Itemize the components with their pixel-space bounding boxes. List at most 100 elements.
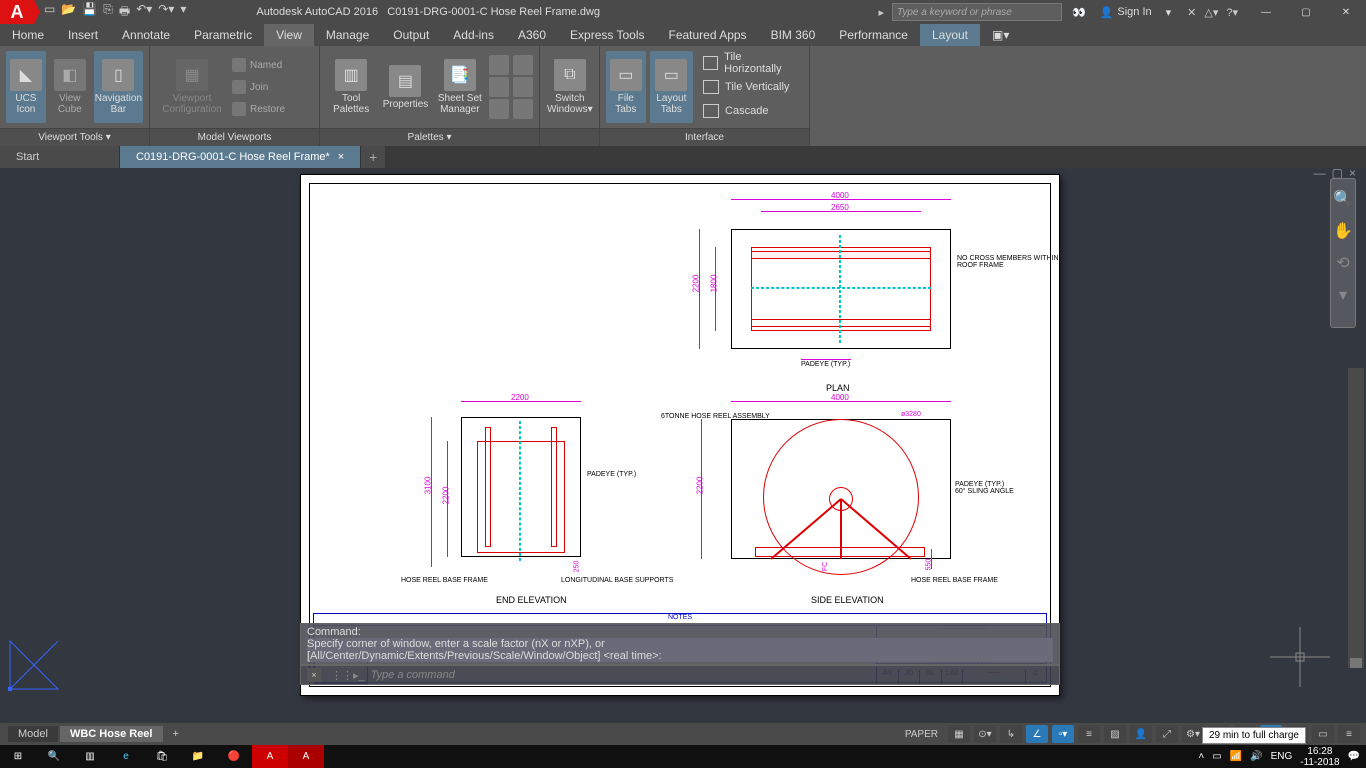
command-window[interactable]: Command: Specify corner of window, enter… — [300, 623, 1060, 685]
drawing-canvas[interactable]: —▢× 4000 2650 2200 1800 NO CROSS MEMBERS… — [0, 168, 1366, 723]
p5-icon[interactable] — [513, 77, 533, 97]
zoom-icon[interactable]: 🔍 — [1333, 189, 1353, 209]
cascade-button[interactable]: Cascade — [703, 100, 797, 122]
store-icon[interactable]: 🛍 — [144, 745, 180, 768]
transparency-icon[interactable]: ▨ — [1104, 725, 1126, 743]
app-logo[interactable]: A — [0, 0, 34, 24]
explorer-icon[interactable]: 📁 — [180, 745, 216, 768]
layout-tab-model[interactable]: Model — [8, 726, 58, 742]
osnap-icon[interactable]: ▫▾ — [1052, 725, 1074, 743]
tab-insert[interactable]: Insert — [56, 24, 110, 46]
tab-view[interactable]: View — [264, 24, 314, 46]
annomon-icon[interactable]: ⤢ — [1156, 725, 1178, 743]
customize-icon[interactable]: ≡ — [1338, 725, 1360, 743]
panel-title-palettes[interactable]: Palettes ▾ — [320, 128, 539, 146]
qat-redo-icon[interactable]: ↷▾ — [158, 2, 174, 23]
notifications-icon[interactable]: 💬 — [1348, 751, 1360, 762]
vertical-scrollbar[interactable] — [1348, 368, 1364, 668]
tile-vertical-button[interactable]: Tile Vertically — [703, 76, 797, 98]
tile-horizontal-button[interactable]: Tile Horizontally — [703, 52, 797, 74]
p4-icon[interactable] — [513, 55, 533, 75]
taskview-button[interactable]: ▥ — [72, 745, 108, 768]
orbit-icon[interactable]: ⟲ — [1336, 253, 1349, 273]
tab-featured[interactable]: Featured Apps — [657, 24, 759, 46]
a360-icon[interactable]: △▾ — [1204, 6, 1218, 19]
qat-plot-icon[interactable]: 🖶 — [119, 2, 130, 23]
tool-palettes-button[interactable]: ▥ToolPalettes — [326, 51, 376, 123]
filetab-start[interactable]: Start — [0, 146, 120, 168]
minimize-button[interactable]: — — [1246, 0, 1286, 24]
panel-title-viewport-tools[interactable]: Viewport Tools ▾ — [0, 128, 149, 146]
autocad-taskbar-icon[interactable]: A — [288, 745, 324, 768]
cmd-handle-icon[interactable]: ⋮⋮▸_ — [331, 669, 365, 682]
close-button[interactable]: ✕ — [1326, 0, 1366, 24]
layout-tab-wbc[interactable]: WBC Hose Reel — [60, 726, 163, 742]
p1-icon[interactable] — [489, 55, 509, 75]
close-tab-icon[interactable]: × — [338, 151, 344, 163]
tab-addins[interactable]: Add-ins — [441, 24, 506, 46]
cycling-icon[interactable]: 👤 — [1130, 725, 1152, 743]
tab-manage[interactable]: Manage — [314, 24, 381, 46]
search-input[interactable]: Type a keyword or phrase — [892, 3, 1062, 21]
polar-icon[interactable]: ∠ — [1026, 725, 1048, 743]
signin-button[interactable]: 👤 Sign In▾ — [1092, 6, 1179, 19]
ucs-icon-button[interactable]: ◣UCSIcon — [6, 51, 46, 123]
qat-open-icon[interactable]: 📂 — [61, 2, 76, 23]
qat-new-icon[interactable]: ▭ — [44, 2, 55, 23]
filetab-document[interactable]: C0191-DRG-0001-C Hose Reel Frame*× — [120, 146, 361, 168]
snap-icon[interactable]: ⊙▾ — [974, 725, 996, 743]
ortho-icon[interactable]: ↳ — [1000, 725, 1022, 743]
tab-express[interactable]: Express Tools — [558, 24, 656, 46]
search-toggle-icon[interactable]: ▸ — [874, 6, 888, 19]
qat-more-icon[interactable]: ▾ — [180, 2, 186, 23]
acrobat-icon[interactable]: A — [252, 745, 288, 768]
exchange-icon[interactable]: ✕ — [1187, 6, 1196, 19]
clock[interactable]: 16:28-11-2018 — [1300, 746, 1339, 768]
sheet-set-button[interactable]: 📑Sheet SetManager — [435, 51, 485, 123]
cmd-close-icon[interactable]: × — [307, 668, 321, 682]
file-tabs-button[interactable]: ▭FileTabs — [606, 51, 646, 123]
p3-icon[interactable] — [489, 99, 509, 119]
volume-icon[interactable]: 🔊 — [1250, 751, 1262, 762]
viewcube-button[interactable]: ◧ViewCube — [50, 51, 90, 123]
paper-space[interactable]: 4000 2650 2200 1800 NO CROSS MEMBERS WIT… — [300, 174, 1060, 696]
tab-layout[interactable]: Layout — [920, 24, 980, 46]
qat-saveas-icon[interactable]: ⎘ — [103, 2, 113, 23]
qat-undo-icon[interactable]: ↶▾ — [136, 2, 152, 23]
add-tab-button[interactable]: + — [361, 146, 385, 168]
edge-icon[interactable]: e — [108, 745, 144, 768]
lineweight-icon[interactable]: ≡ — [1078, 725, 1100, 743]
wifi-icon[interactable]: 📶 — [1230, 751, 1242, 762]
help-icon[interactable]: ?▾ — [1226, 6, 1238, 19]
switch-windows-button[interactable]: ⧉SwitchWindows▾ — [546, 51, 594, 123]
tab-output[interactable]: Output — [381, 24, 441, 46]
command-input[interactable]: × ⋮⋮▸_ Type a command — [300, 665, 1060, 685]
ribbon-expand-icon[interactable]: ▣▾ — [980, 24, 1021, 46]
properties-button[interactable]: ▤Properties — [380, 51, 430, 123]
chrome-icon[interactable]: 🔴 — [216, 745, 252, 768]
battery-icon[interactable]: ▭ — [1212, 751, 1221, 762]
tray-expand-icon[interactable]: ˄ — [1198, 751, 1204, 762]
tab-home[interactable]: Home — [0, 24, 56, 46]
grid-icon[interactable]: ▦ — [948, 725, 970, 743]
infocenter-icon[interactable]: 👀 — [1066, 6, 1092, 19]
maximize-button[interactable]: ▢ — [1286, 0, 1326, 24]
navigation-bar[interactable]: 🔍 ✋ ⟲ ▾ — [1330, 178, 1356, 328]
start-button[interactable]: ⊞ — [0, 745, 36, 768]
tab-performance[interactable]: Performance — [827, 24, 920, 46]
pan-icon[interactable]: ✋ — [1333, 221, 1353, 241]
nav-more-icon[interactable]: ▾ — [1339, 285, 1347, 305]
layout-tabs-button[interactable]: ▭LayoutTabs — [650, 51, 693, 123]
navbar-button[interactable]: ▯NavigationBar — [94, 51, 143, 123]
tab-a360[interactable]: A360 — [506, 24, 558, 46]
p6-icon[interactable] — [513, 99, 533, 119]
tab-annotate[interactable]: Annotate — [110, 24, 182, 46]
tab-bim360[interactable]: BIM 360 — [759, 24, 828, 46]
scrollbar-thumb[interactable] — [1350, 658, 1362, 668]
tab-parametric[interactable]: Parametric — [182, 24, 264, 46]
p2-icon[interactable] — [489, 77, 509, 97]
search-button[interactable]: 🔍 — [36, 745, 72, 768]
space-toggle[interactable]: PAPER — [899, 729, 944, 740]
annoscale-icon[interactable]: ⚙▾ — [1182, 725, 1204, 743]
add-layout-button[interactable]: + — [165, 726, 187, 742]
